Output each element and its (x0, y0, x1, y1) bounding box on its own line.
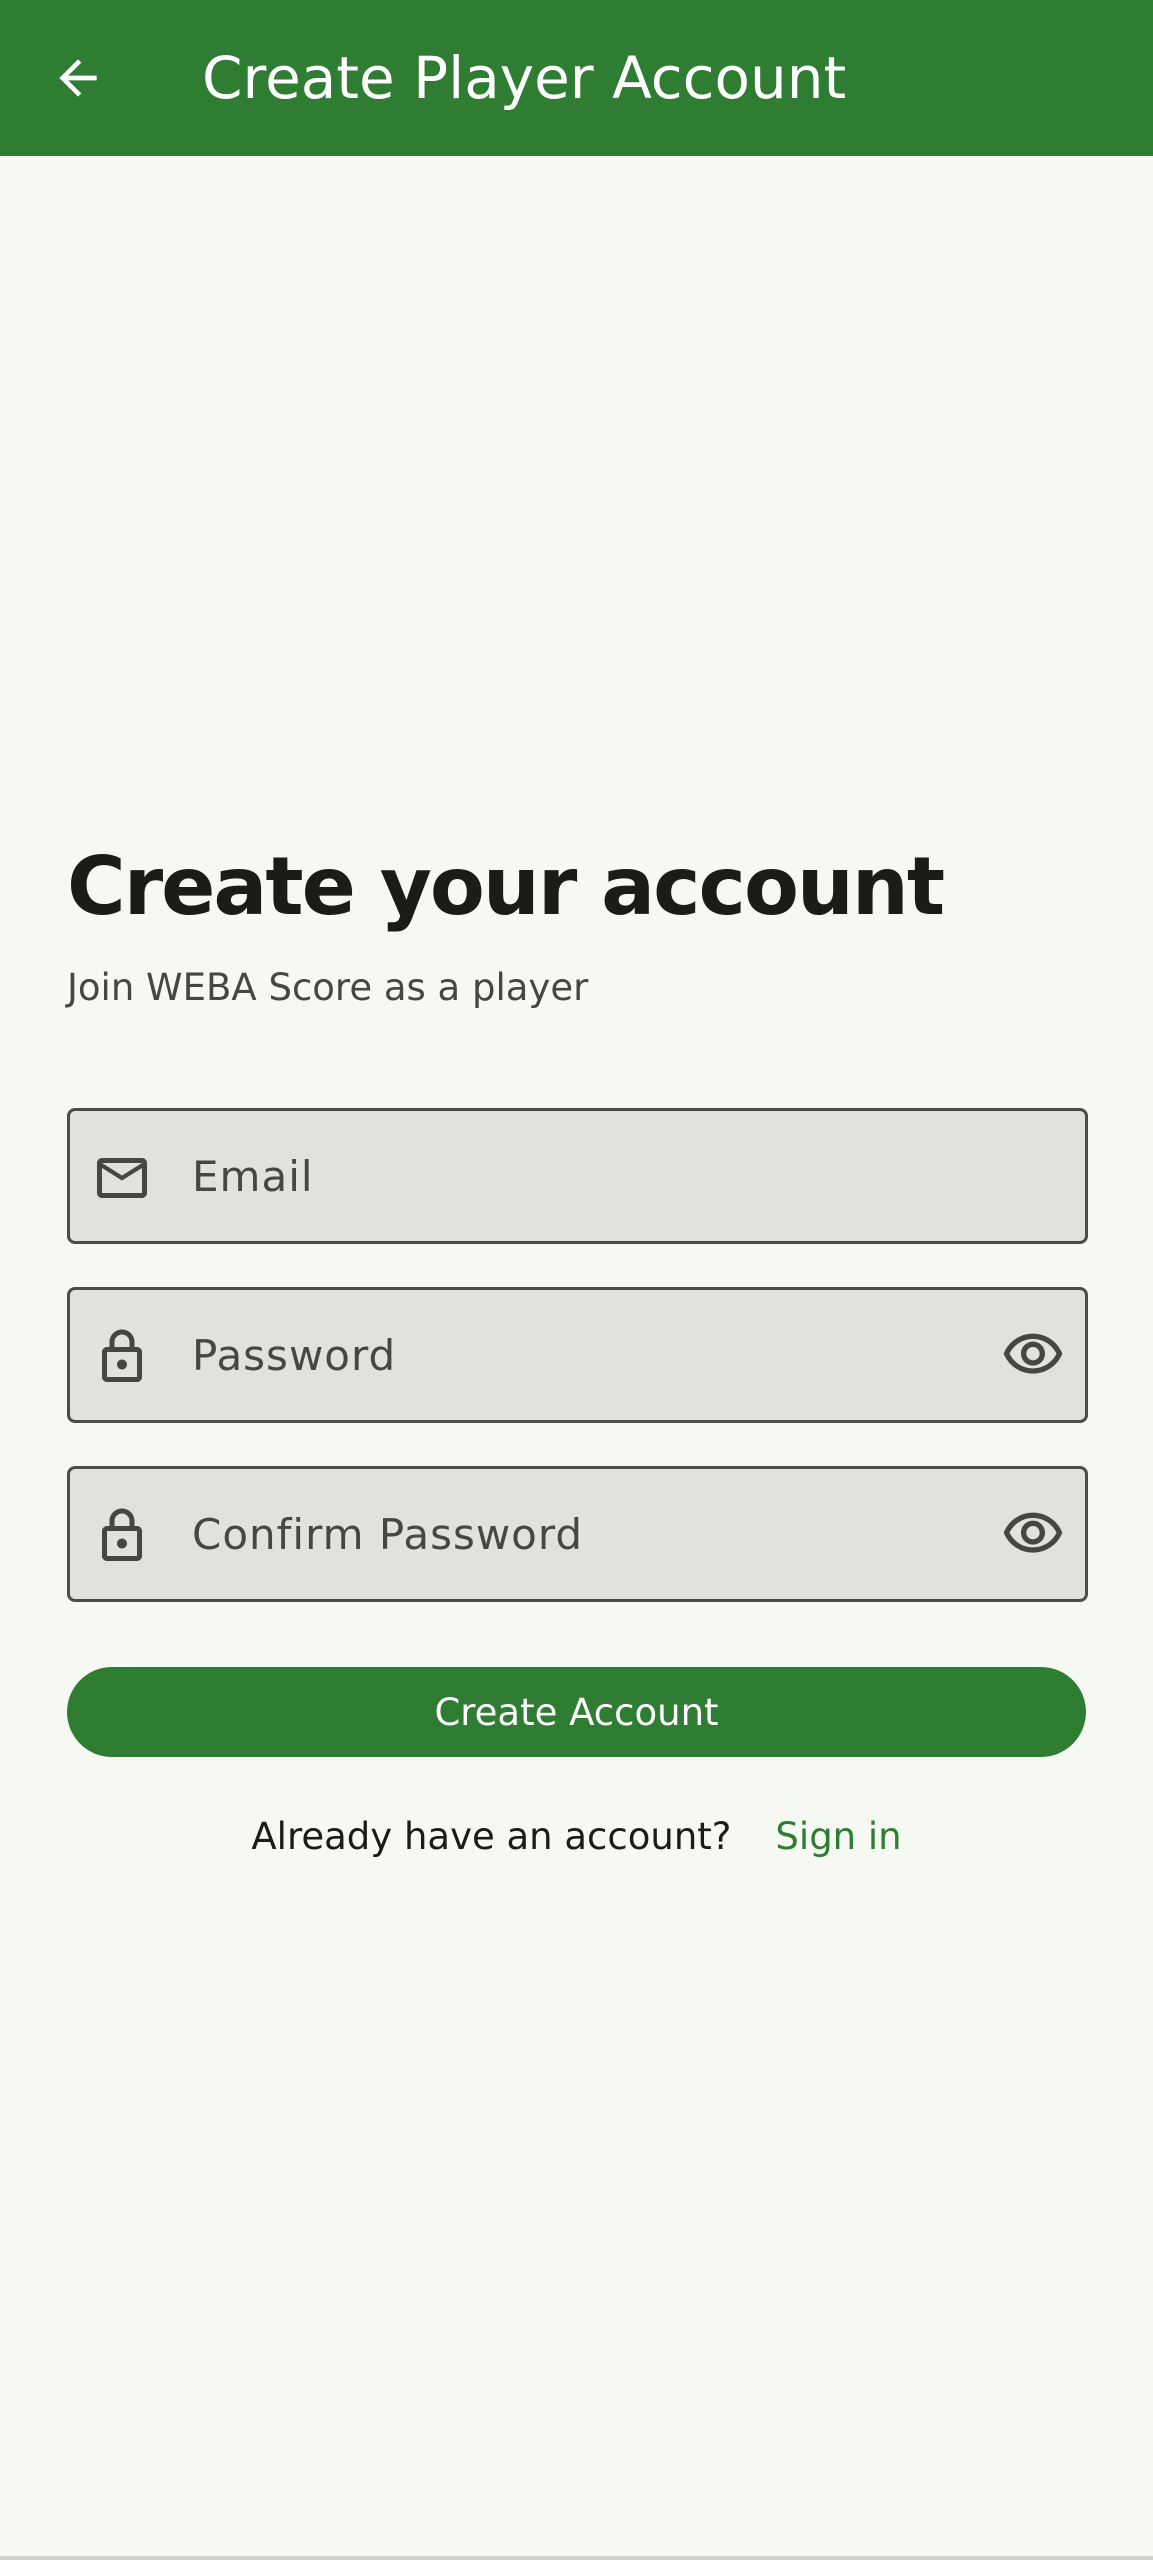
page-heading: Create your account (67, 840, 945, 933)
back-button[interactable] (38, 38, 118, 118)
lock-icon (92, 1506, 152, 1566)
password-input[interactable] (192, 1290, 932, 1420)
email-input[interactable] (192, 1111, 932, 1241)
page-subheading: Join WEBA Score as a player (67, 966, 589, 1009)
app-bar-title: Create Player Account (202, 44, 847, 112)
eye-icon[interactable] (1001, 1502, 1065, 1566)
create-account-button[interactable]: Create Account (67, 1667, 1086, 1757)
password-field[interactable] (67, 1287, 1088, 1423)
confirm-password-field[interactable] (67, 1466, 1088, 1602)
eye-icon[interactable] (1001, 1323, 1065, 1387)
arrow-back-icon (59, 59, 97, 97)
mail-icon (92, 1148, 152, 1208)
signin-link[interactable]: Sign in (775, 1815, 901, 1858)
app-bar: Create Player Account (0, 0, 1153, 156)
confirm-password-input[interactable] (192, 1469, 932, 1599)
signin-row: Already have an account? Sign in (67, 1806, 1086, 1866)
lock-icon (92, 1327, 152, 1387)
signin-prompt: Already have an account? (251, 1814, 732, 1858)
email-field[interactable] (67, 1108, 1088, 1244)
bottom-divider (0, 2556, 1153, 2560)
